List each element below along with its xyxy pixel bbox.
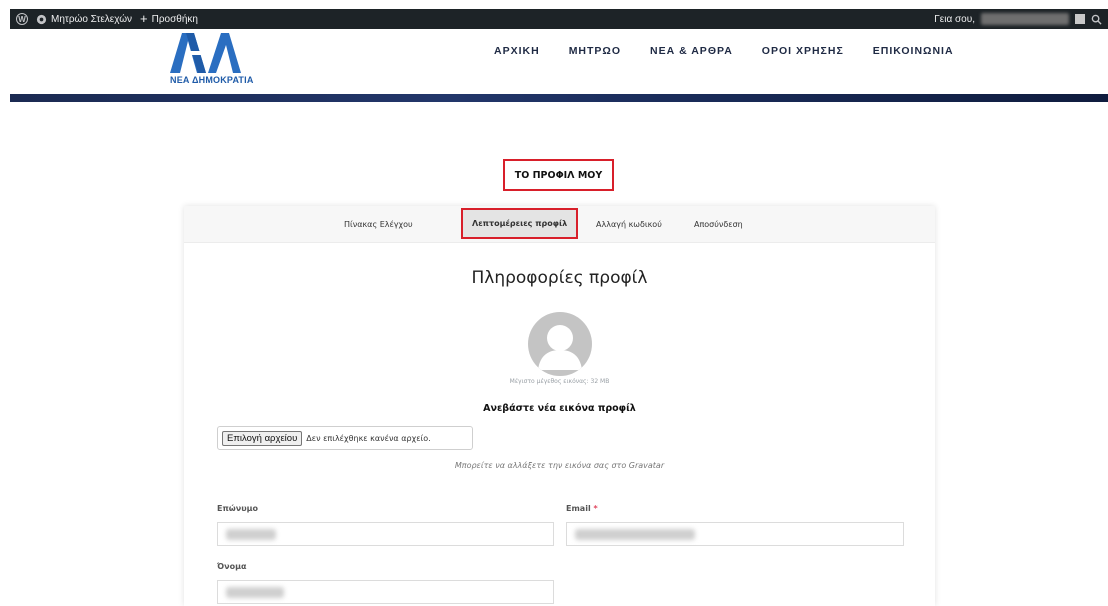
admin-bar-add-new-label: Προσθήκη (151, 13, 198, 25)
tab-logout[interactable]: Αποσύνδεση (694, 206, 743, 242)
admin-bar: W Μητρώο Στελεχών + Προσθήκη Γεια σου, (10, 9, 1108, 29)
upload-title: Ανεβάστε νέα εικόνα προφίλ (483, 403, 636, 414)
email-value-redacted (575, 529, 695, 540)
surname-label: Επώνυμο (217, 504, 258, 513)
plus-icon: + (140, 11, 148, 26)
nav-terms[interactable]: ΟΡΟΙ ΧΡΗΣΗΣ (762, 45, 844, 57)
tab-dashboard[interactable]: Πίνακας Ελέγχου (344, 206, 413, 242)
name-label-text: Όνομα (217, 562, 247, 571)
required-mark: * (593, 504, 598, 513)
email-label: Email * (566, 504, 598, 513)
surname-value-redacted (226, 529, 276, 540)
section-title: Πληροφορίες προφίλ (471, 268, 648, 288)
name-label: Όνομα (217, 562, 246, 571)
admin-bar-site-label: Μητρώο Στελεχών (51, 13, 133, 25)
nd-logo-icon (170, 33, 241, 73)
surname-input[interactable] (217, 522, 554, 546)
header-stripe (10, 94, 1108, 102)
account-tabs: Πίνακας Ελέγχου Λεπτομέρειες προφίλ Αλλα… (184, 206, 935, 243)
file-status: Δεν επιλέχθηκε κανένα αρχείο. (306, 433, 431, 443)
user-placeholder-icon (538, 325, 582, 370)
nav-contact[interactable]: ΕΠΙΚΟΙΝΩΝΙΑ (873, 45, 954, 57)
admin-bar-site[interactable]: Μητρώο Στελεχών (36, 14, 132, 25)
nav-home[interactable]: ΑΡΧΙΚΗ (494, 45, 540, 57)
max-size-note: Μέγιστο μέγεθος εικόνας: 32 MB (509, 378, 610, 385)
email-input[interactable] (566, 522, 904, 546)
gravatar-note: Μπορείτε να αλλάξετε την εικόνα σας στο … (454, 461, 665, 470)
surname-label-text: Επώνυμο (217, 504, 258, 513)
email-label-text: Email (566, 504, 591, 513)
site-logo[interactable]: ΝΕΑ ΔΗΜΟΚΡΑΤΙΑ (170, 31, 280, 89)
tab-profile-details[interactable]: Λεπτομέρειες προφίλ (461, 208, 579, 239)
avatar (528, 312, 592, 376)
choose-file-button[interactable]: Επιλογή αρχείου (222, 430, 303, 446)
profile-card: Πίνακας Ελέγχου Λεπτομέρειες προφίλ Αλλα… (184, 206, 935, 606)
name-input[interactable] (217, 580, 554, 604)
search-icon[interactable] (1091, 14, 1102, 25)
nav-registry[interactable]: ΜΗΤΡΩΟ (569, 45, 621, 57)
admin-bar-greeting[interactable]: Γεια σου, (934, 14, 975, 25)
wordpress-icon[interactable]: W (16, 13, 28, 25)
dashboard-icon (36, 14, 47, 24)
admin-bar-add-new[interactable]: + Προσθήκη (140, 11, 198, 26)
nav-news[interactable]: ΝΕΑ & ΑΡΘΡΑ (650, 45, 733, 57)
main-nav: ΑΡΧΙΚΗ ΜΗΤΡΩΟ ΝΕΑ & ΑΡΘΡΑ ΟΡΟΙ ΧΡΗΣΗΣ ΕΠ… (494, 45, 983, 57)
page-title: ΤΟ ΠΡΟΦΙΛ ΜΟΥ (503, 159, 614, 191)
tab-change-password[interactable]: Αλλαγή κωδικού (596, 206, 662, 242)
logo-text: ΝΕΑ ΔΗΜΟΚΡΑΤΙΑ (170, 75, 254, 85)
site-header: ΝΕΑ ΔΗΜΟΚΡΑΤΙΑ ΑΡΧΙΚΗ ΜΗΤΡΩΟ ΝΕΑ & ΑΡΘΡΑ… (0, 29, 1108, 94)
name-value-redacted (226, 587, 284, 598)
admin-bar-avatar[interactable] (1075, 14, 1085, 24)
admin-bar-username-redacted[interactable] (981, 13, 1069, 25)
file-upload-field[interactable]: Επιλογή αρχείου Δεν επιλέχθηκε κανένα αρ… (217, 426, 473, 450)
